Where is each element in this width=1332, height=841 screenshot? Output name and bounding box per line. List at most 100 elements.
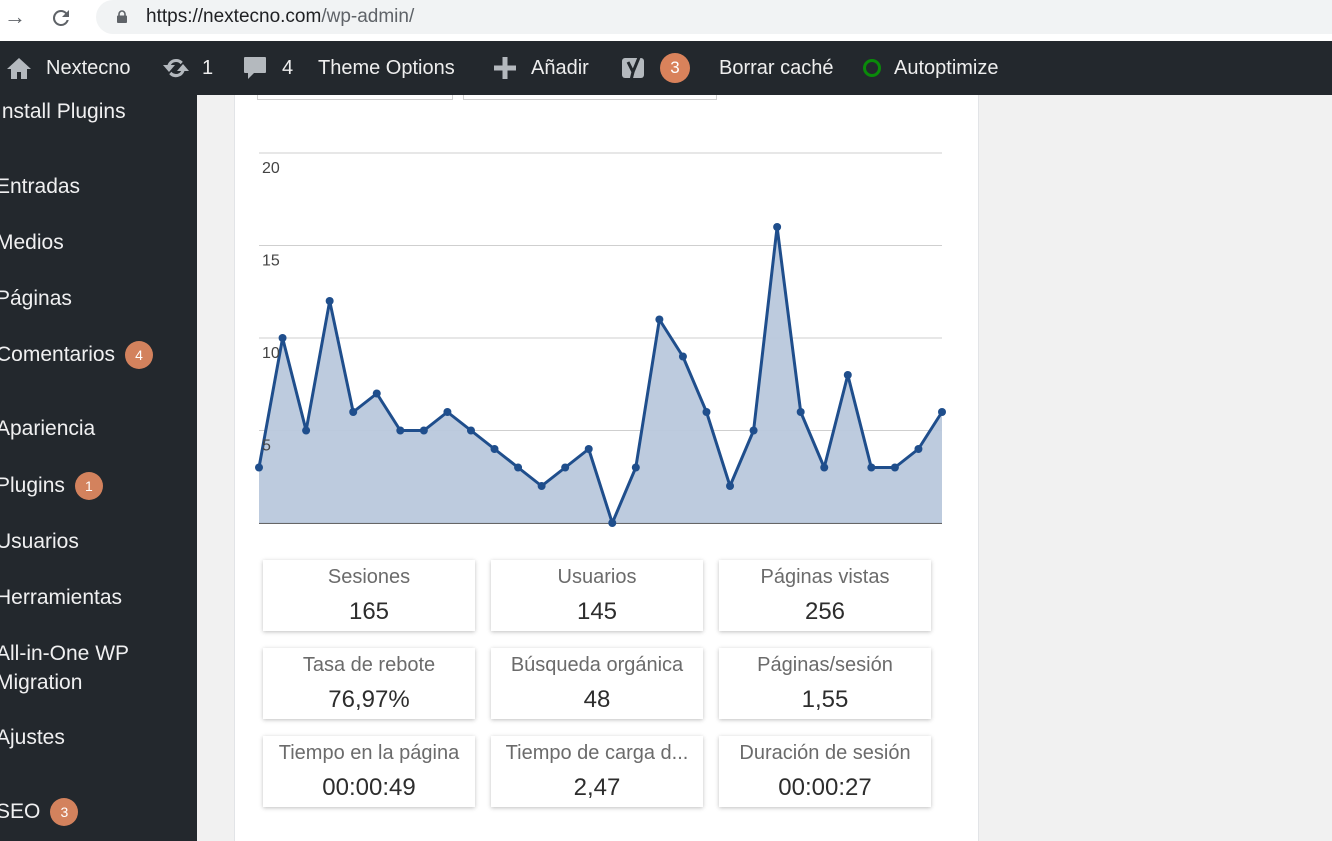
sidebar-item-label: Entradas bbox=[0, 175, 81, 198]
sidebar-item-entradas[interactable]: Entradas bbox=[0, 172, 80, 201]
chart-point[interactable] bbox=[278, 334, 287, 342]
comments-count: 4 bbox=[282, 56, 294, 79]
stat-duracion-sesion: Duración de sesión 00:00:27 bbox=[719, 736, 931, 807]
clear-cache-label: Borrar caché bbox=[719, 56, 834, 79]
adminbar-add-new[interactable]: Añadir bbox=[493, 41, 589, 95]
stat-label: Tiempo de carga d... bbox=[505, 742, 689, 764]
chart-point[interactable] bbox=[726, 482, 735, 490]
sidebar-item-medios[interactable]: Medios bbox=[0, 228, 64, 257]
sidebar-item-label: Apariencia bbox=[0, 417, 96, 440]
stat-label: Duración de sesión bbox=[739, 742, 911, 764]
comments-badge: 4 bbox=[125, 340, 154, 369]
sidebar-item-label: Plugins bbox=[0, 474, 65, 497]
address-bar[interactable]: https://nextecno.com/wp-admin/ bbox=[96, 0, 1332, 34]
adminbar-theme-options[interactable]: Theme Options bbox=[318, 41, 455, 95]
stat-label: Tiempo en la página bbox=[278, 742, 460, 764]
seo-badge: 3 bbox=[50, 797, 79, 826]
stat-value: 00:00:27 bbox=[778, 774, 872, 801]
adminbar-autoptimize[interactable]: Autoptimize bbox=[863, 41, 999, 95]
chart-point[interactable] bbox=[443, 408, 452, 416]
forward-icon[interactable]: → bbox=[0, 4, 30, 30]
chart-point[interactable] bbox=[655, 315, 664, 324]
adminbar-yoast[interactable]: 3 bbox=[620, 41, 690, 95]
stat-value: 145 bbox=[576, 598, 618, 625]
chart-point[interactable] bbox=[631, 463, 640, 472]
sidebar-item-plugins[interactable]: Plugins 1 bbox=[0, 471, 103, 500]
adminbar-updates[interactable]: 1 bbox=[160, 41, 213, 95]
chart-point[interactable] bbox=[678, 352, 687, 361]
stat-value: 165 bbox=[348, 598, 390, 625]
stat-value: 00:00:49 bbox=[322, 774, 416, 801]
sidebar-item-all-in-one[interactable]: All-in-One WP bbox=[0, 639, 129, 668]
chart-point[interactable] bbox=[490, 445, 499, 453]
chart-point[interactable] bbox=[796, 408, 805, 416]
stat-value: 1,55 bbox=[801, 686, 849, 713]
chart-point[interactable] bbox=[561, 463, 570, 472]
chart-point[interactable] bbox=[608, 519, 617, 527]
sidebar-item-ajustes[interactable]: Ajustes bbox=[0, 723, 65, 752]
sidebar-item-comentarios[interactable]: Comentarios 4 bbox=[0, 340, 154, 369]
sidebar-item-seo[interactable]: SEO 3 bbox=[0, 797, 79, 826]
add-new-label: Añadir bbox=[531, 56, 589, 79]
url-text[interactable]: https://nextecno.com/wp-admin/ bbox=[146, 5, 414, 29]
chart-point[interactable] bbox=[938, 408, 946, 416]
chart-point[interactable] bbox=[584, 445, 593, 453]
sidebar-item-migration[interactable]: Migration bbox=[0, 668, 82, 697]
stat-value: 76,97% bbox=[328, 686, 410, 713]
sidebar-item-label: All-in-One WP bbox=[0, 642, 130, 665]
chart-point[interactable] bbox=[419, 426, 428, 435]
sidebar-item-label: Medios bbox=[0, 231, 64, 254]
chart-point[interactable] bbox=[914, 445, 923, 453]
lock-icon bbox=[117, 10, 127, 23]
chart-point[interactable] bbox=[325, 297, 334, 305]
sidebar-item-usuarios[interactable]: Usuarios bbox=[0, 527, 79, 556]
chart-point[interactable] bbox=[749, 426, 758, 435]
y-tick-label: 20 bbox=[262, 160, 280, 177]
stat-label: Páginas/sesión bbox=[757, 654, 893, 676]
chart-point[interactable] bbox=[302, 426, 311, 435]
sidebar-item-label: SEO bbox=[0, 800, 41, 823]
site-name: Nextecno bbox=[46, 56, 131, 79]
browser-toolbar: → https://nextecno.com/wp-admin/ bbox=[0, 0, 1332, 41]
stat-value: 256 bbox=[804, 598, 846, 625]
chart-point[interactable] bbox=[396, 426, 405, 435]
chart-point[interactable] bbox=[514, 463, 523, 472]
sessions-chart: 20 15 10 5 bbox=[255, 152, 946, 527]
chart-point[interactable] bbox=[537, 482, 546, 490]
sidebar-item-label: Usuarios bbox=[0, 530, 79, 553]
sidebar-item-label: Herramientas bbox=[0, 586, 123, 609]
stat-label: Usuarios bbox=[557, 566, 637, 588]
y-tick-label: 15 bbox=[262, 253, 280, 270]
stat-value: 2,47 bbox=[573, 774, 621, 801]
plugins-badge: 1 bbox=[74, 471, 103, 500]
sidebar-item-label: Install Plugins bbox=[0, 100, 126, 123]
sidebar-item-paginas[interactable]: Páginas bbox=[0, 284, 72, 313]
chart-point[interactable] bbox=[466, 426, 475, 435]
chart-point[interactable] bbox=[867, 463, 876, 472]
sidebar-item-herramientas[interactable]: Herramientas bbox=[0, 583, 122, 612]
chart-point[interactable] bbox=[255, 463, 263, 472]
sidebar-item-install-plugins[interactable]: Install Plugins bbox=[0, 97, 126, 126]
chart-point[interactable] bbox=[349, 408, 358, 416]
yoast-icon bbox=[622, 54, 644, 81]
sidebar-item-label: Ajustes bbox=[0, 726, 65, 749]
adminbar-clear-cache[interactable]: Borrar caché bbox=[719, 41, 834, 95]
stat-paginas-sesion: Páginas/sesión 1,55 bbox=[719, 648, 931, 719]
chart-point[interactable] bbox=[372, 389, 381, 398]
chart-point[interactable] bbox=[843, 371, 852, 379]
adminbar-site[interactable]: Nextecno bbox=[6, 41, 131, 95]
chart-point[interactable] bbox=[773, 223, 782, 231]
stat-label: Búsqueda orgánica bbox=[510, 654, 684, 676]
status-ring-icon bbox=[863, 59, 881, 77]
stat-label: Tasa de rebote bbox=[302, 654, 436, 676]
chart-point[interactable] bbox=[702, 408, 711, 416]
chart-point[interactable] bbox=[820, 463, 829, 472]
stat-tiempo-carga: Tiempo de carga d... 2,47 bbox=[491, 736, 703, 807]
chart-point[interactable] bbox=[890, 463, 899, 472]
adminbar-comments[interactable]: 4 bbox=[242, 41, 293, 95]
reload-icon[interactable] bbox=[46, 4, 76, 30]
y-tick-label: 10 bbox=[262, 345, 280, 362]
theme-options-label: Theme Options bbox=[318, 56, 455, 79]
sidebar-item-apariencia[interactable]: Apariencia bbox=[0, 414, 95, 443]
sidebar-item-label: Páginas bbox=[0, 287, 72, 310]
